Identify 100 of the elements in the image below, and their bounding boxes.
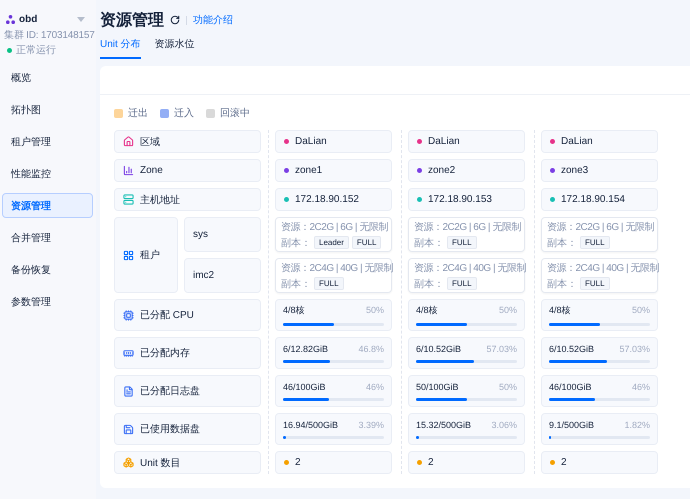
usage-text: 4/8核 bbox=[549, 304, 571, 317]
status-dot bbox=[417, 168, 422, 173]
status-dot bbox=[284, 168, 289, 173]
menu-item[interactable]: 概览 bbox=[2, 65, 93, 90]
replica-tag: FULL bbox=[580, 236, 610, 249]
status-dot bbox=[284, 197, 289, 202]
usage-text: 46/100GiB bbox=[283, 382, 326, 392]
replica-tag: FULL bbox=[314, 277, 344, 290]
row-label-text: 区域 bbox=[140, 136, 160, 148]
usage-text: 6/10.52GiB bbox=[416, 344, 462, 354]
usage-text: 15.32/500GiB bbox=[416, 420, 472, 430]
menu-item[interactable]: 参数管理 bbox=[2, 289, 93, 314]
replica-tag: FULL bbox=[352, 236, 382, 249]
percent-text: 50% bbox=[498, 305, 517, 315]
server-icon bbox=[123, 194, 134, 205]
percent-text: 46% bbox=[632, 382, 650, 392]
value-text: zone3 bbox=[561, 165, 588, 176]
cluster-icon bbox=[6, 14, 15, 24]
value-text: 172.18.90.154 bbox=[561, 194, 625, 205]
value-text: 2 bbox=[428, 457, 434, 468]
help-link[interactable]: 功能介绍 bbox=[193, 13, 233, 27]
status-text: 正常运行 bbox=[16, 44, 56, 57]
status-dot bbox=[417, 460, 422, 465]
replica-label: 副本： bbox=[281, 236, 311, 250]
menu-item[interactable]: 租户管理 bbox=[2, 129, 93, 154]
value-text: DaLian bbox=[428, 136, 460, 147]
status-dot bbox=[417, 197, 422, 202]
replica-label: 副本： bbox=[281, 278, 311, 290]
row-label-text: 已分配内存 bbox=[140, 346, 190, 360]
usage-text: 6/10.52GiB bbox=[549, 344, 594, 354]
tab[interactable]: 资源水位 bbox=[154, 35, 195, 59]
usage-text: 6/12.82GiB bbox=[283, 344, 328, 354]
row-label-text: 已使用数据盘 bbox=[140, 423, 200, 436]
chip-icon bbox=[123, 310, 134, 320]
replica-tag: Leader bbox=[314, 236, 349, 249]
value-text: 172.18.90.152 bbox=[295, 194, 359, 205]
replica-tag: FULL bbox=[447, 236, 477, 249]
replica-label: 副本： bbox=[547, 278, 577, 290]
boxes-icon bbox=[123, 457, 134, 468]
value-text: zone2 bbox=[428, 165, 456, 176]
menu-item[interactable]: 备份恢复 bbox=[2, 257, 93, 282]
usage-text: 50/100GiB bbox=[416, 382, 459, 392]
tenant-name: imc2 bbox=[184, 258, 261, 293]
usage-text: 16.94/500GiB bbox=[283, 420, 338, 430]
menu-item[interactable]: 合并管理 bbox=[2, 225, 93, 250]
legend-label: 迁入 bbox=[174, 106, 194, 120]
status-dot bbox=[550, 460, 555, 465]
row-label-text: 已分配 CPU bbox=[140, 309, 194, 322]
percent-text: 1.82% bbox=[624, 420, 650, 430]
value-text: 172.18.90.153 bbox=[428, 194, 492, 205]
resource-text: 资源：2C4G | 40G | 无限制 bbox=[547, 262, 659, 274]
usage-text: 4/8核 bbox=[416, 304, 438, 317]
resource-text: 资源：2C4G | 40G | 无限制 bbox=[414, 262, 526, 274]
percent-text: 57.03% bbox=[619, 344, 650, 354]
replica-label: 副本： bbox=[547, 236, 577, 250]
row-label-text: 主机地址 bbox=[140, 194, 180, 206]
status-dot bbox=[284, 139, 289, 144]
value-text: DaLian bbox=[561, 136, 593, 147]
status-dot bbox=[550, 168, 555, 173]
status-dot bbox=[284, 460, 289, 465]
status-dot bbox=[550, 139, 555, 144]
percent-text: 46% bbox=[366, 382, 384, 392]
percent-text: 3.39% bbox=[358, 420, 384, 430]
resource-text: 资源：2C2G | 6G | 无限制 bbox=[281, 220, 388, 234]
tab[interactable]: Unit 分布 bbox=[100, 35, 141, 59]
value-text: zone1 bbox=[295, 165, 322, 176]
percent-text: 46.8% bbox=[358, 344, 384, 354]
refresh-icon[interactable] bbox=[170, 15, 180, 25]
replica-tag: FULL bbox=[580, 277, 610, 290]
menu-item[interactable]: 性能监控 bbox=[2, 161, 93, 186]
status-dot bbox=[7, 48, 12, 52]
legend-label: 迁出 bbox=[128, 106, 148, 120]
menu-item[interactable]: 资源管理 bbox=[2, 193, 93, 218]
menu-item[interactable]: 拓扑图 bbox=[2, 97, 93, 122]
usage-text: 46/100GiB bbox=[549, 382, 592, 392]
replica-tag: FULL bbox=[447, 277, 477, 290]
house-icon bbox=[123, 136, 134, 147]
row-label-text: Zone bbox=[140, 165, 163, 176]
value-text: 2 bbox=[561, 457, 567, 468]
cluster-id: 集群 ID: 1703148157 bbox=[3, 29, 95, 42]
usage-text: 4/8核 bbox=[283, 304, 305, 317]
page-title: 资源管理 bbox=[100, 10, 164, 30]
usage-text: 9.1/500GiB bbox=[549, 420, 594, 430]
value-text: 2 bbox=[295, 457, 301, 468]
replica-label: 副本： bbox=[414, 236, 444, 250]
status-dot bbox=[417, 139, 422, 144]
percent-text: 57.03% bbox=[486, 344, 517, 354]
row-label-text: 租户 bbox=[140, 248, 160, 262]
percent-text: 50% bbox=[366, 305, 384, 315]
row-label-text: Unit 数目 bbox=[140, 456, 181, 470]
resource-text: 资源：2C2G | 6G | 无限制 bbox=[414, 220, 521, 234]
bar-chart-icon bbox=[123, 165, 134, 176]
resource-text: 资源：2C4G | 40G | 无限制 bbox=[281, 262, 393, 274]
memory-icon bbox=[123, 348, 134, 358]
row-label-text: 已分配日志盘 bbox=[140, 384, 200, 398]
value-text: DaLian bbox=[295, 136, 327, 147]
percent-text: 50% bbox=[632, 305, 650, 315]
legend-label: 回滚中 bbox=[220, 106, 250, 120]
cluster-name: obd bbox=[19, 14, 38, 24]
status-dot bbox=[550, 197, 555, 202]
